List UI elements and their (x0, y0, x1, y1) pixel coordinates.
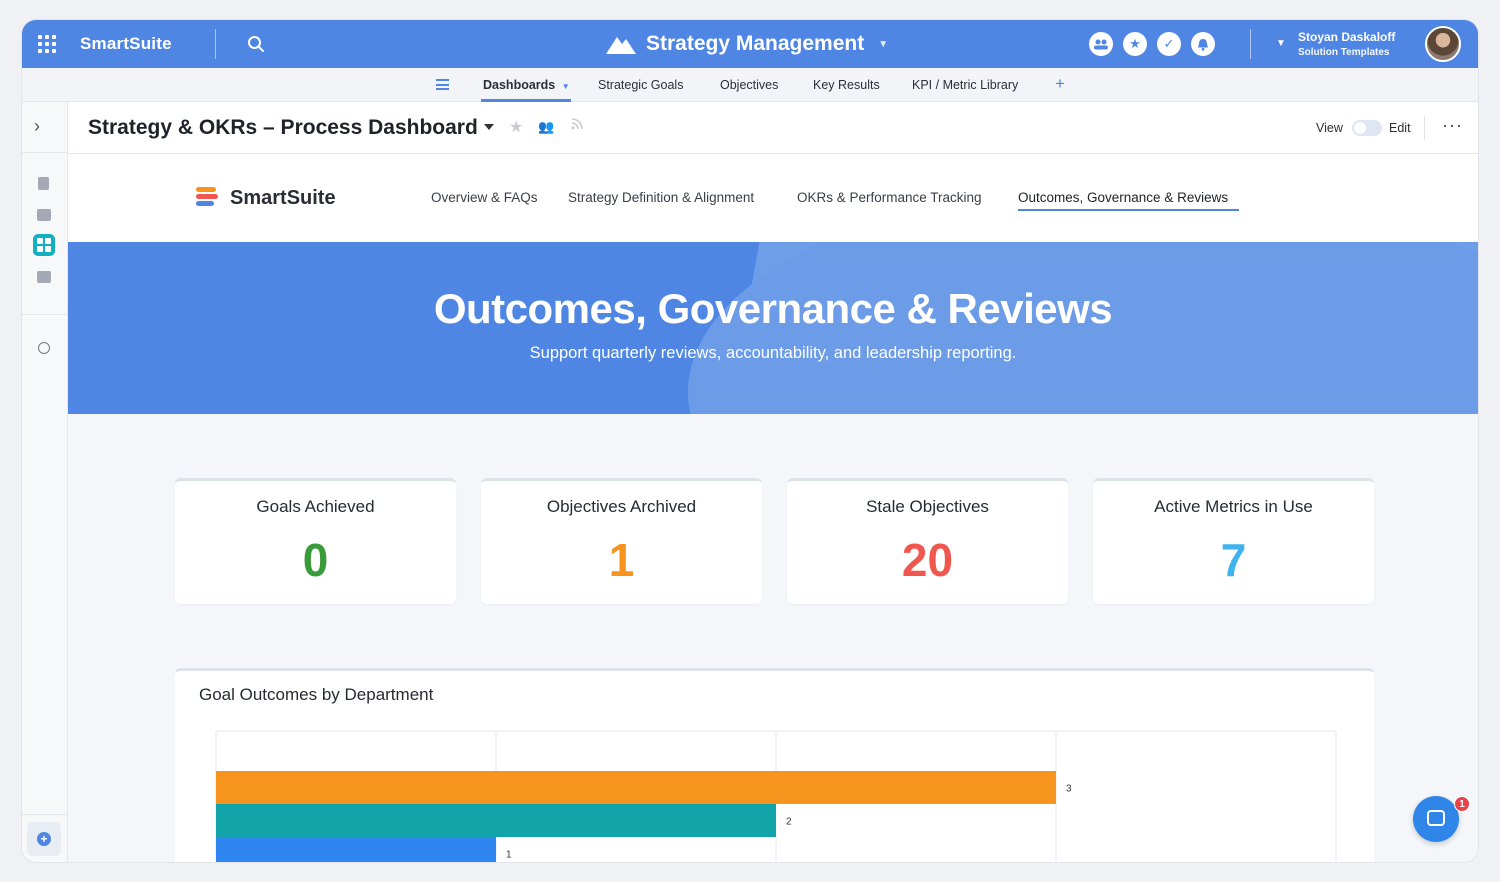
chevron-right-icon[interactable]: › (34, 116, 40, 137)
hero-subtitle: Support quarterly reviews, accountabilit… (529, 344, 1017, 362)
search-icon[interactable] (246, 34, 266, 54)
team-icon[interactable] (1089, 32, 1113, 56)
chevron-down-icon[interactable] (484, 124, 494, 130)
star-icon[interactable]: ★ (509, 117, 523, 137)
metric-value: 7 (1220, 534, 1247, 586)
dashboard-content: SmartSuite Overview & FAQs Strategy Defi… (68, 154, 1478, 862)
dashboard-icon[interactable] (33, 234, 55, 256)
divider (22, 814, 68, 815)
hero-banner: Outcomes, Governance & Reviews Support q… (68, 242, 1478, 414)
divider (215, 29, 216, 59)
metric-card-goals-achieved[interactable]: Goals Achieved 0 (175, 478, 456, 604)
bar (216, 771, 1056, 804)
nav-item-strategic-goals[interactable]: Strategic Goals (598, 78, 683, 92)
bar-value-label: 2 (786, 817, 792, 828)
rss-icon[interactable] (571, 118, 583, 133)
left-rail: › + (22, 102, 68, 862)
solution-title-text: Strategy Management (646, 32, 865, 55)
star-icon[interactable]: ★ (1123, 32, 1147, 56)
metric-value: 20 (901, 534, 954, 586)
divider (22, 152, 68, 153)
chart-title: Goal Outcomes by Department (199, 685, 434, 704)
subnav-okrs-performance[interactable]: OKRs & Performance Tracking (797, 190, 982, 205)
view-mode-label: View (1316, 121, 1343, 135)
metric-value: 0 (302, 534, 329, 586)
metric-card-stale-objectives[interactable]: Stale Objectives 20 (787, 478, 1068, 604)
chat-button[interactable] (1413, 796, 1459, 842)
dashboard-header: Strategy & OKRs – Process Dashboard ★ 👥 … (68, 102, 1478, 154)
solution-title[interactable]: Strategy Management ▼ (606, 31, 888, 57)
divider (1424, 116, 1425, 140)
bar (216, 804, 776, 837)
nav-item-key-results[interactable]: Key Results (813, 78, 880, 92)
subnav-strategy-definition[interactable]: Strategy Definition & Alignment (568, 190, 754, 205)
subnav-outcomes-governance[interactable]: Outcomes, Governance & Reviews (1018, 190, 1228, 205)
chevron-down-icon: ▼ (561, 82, 570, 91)
add-table-button[interactable]: + (1055, 74, 1065, 94)
nav-item-dashboards[interactable]: Dashboards ▼ (483, 78, 570, 92)
folder-icon[interactable] (37, 271, 51, 283)
chat-icon (1427, 810, 1445, 826)
menu-icon[interactable] (436, 79, 449, 90)
edit-mode-label: Edit (1389, 121, 1411, 135)
bar (216, 837, 496, 862)
nav-item-objectives[interactable]: Objectives (720, 78, 778, 92)
table-nav: Dashboards ▼ Strategic Goals Objectives … (22, 68, 1478, 102)
view-edit-toggle[interactable] (1352, 120, 1382, 136)
notification-badge: 1 (1454, 796, 1470, 812)
metric-value: 1 (608, 534, 635, 586)
divider (1250, 29, 1251, 59)
nav-item-label: Dashboards (483, 78, 556, 92)
logo-text: SmartSuite (230, 187, 336, 209)
more-options-icon[interactable]: ··· (1442, 115, 1463, 136)
brand-name[interactable]: SmartSuite (80, 34, 172, 54)
user-role: Solution Templates (1298, 47, 1390, 58)
active-subnav-indicator (1018, 209, 1239, 211)
metric-label: Stale Objectives (866, 497, 989, 516)
bar-value-label: 3 (1066, 784, 1072, 795)
chevron-down-icon[interactable]: ▼ (1276, 38, 1286, 49)
goal-outcomes-bar-chart: 3 2 1 (215, 730, 1337, 862)
metric-card-active-metrics[interactable]: Active Metrics in Use 7 (1093, 478, 1374, 604)
folder-icon[interactable] (37, 209, 51, 221)
hero-title: Outcomes, Governance & Reviews (433, 285, 1113, 332)
dashboard-subnav: SmartSuite Overview & FAQs Strategy Defi… (68, 154, 1478, 242)
team-icon[interactable]: 👥 (538, 119, 554, 135)
user-circle-icon[interactable] (38, 342, 50, 354)
nav-item-kpi-library[interactable]: KPI / Metric Library (912, 78, 1018, 92)
bell-icon[interactable] (1191, 32, 1215, 56)
metric-label: Objectives Archived (546, 497, 697, 516)
chevron-down-icon[interactable]: ▼ (878, 39, 888, 50)
bar-value-label: 1 (506, 850, 512, 861)
smartsuite-logo-icon (196, 187, 218, 209)
metric-label: Goals Achieved (256, 497, 375, 516)
top-actions: ★ ✓ (1089, 32, 1215, 56)
top-bar: SmartSuite Strategy Management ▼ ★ ✓ ▼ S… (22, 20, 1478, 68)
add-button[interactable]: + (27, 822, 61, 856)
metric-card-objectives-archived[interactable]: Objectives Archived 1 (481, 478, 762, 604)
metric-label: Active Metrics in Use (1154, 497, 1313, 516)
apps-grid-icon[interactable] (38, 35, 56, 53)
avatar[interactable] (1425, 26, 1461, 62)
app-window: SmartSuite Strategy Management ▼ ★ ✓ ▼ S… (22, 20, 1478, 862)
dashboard-title[interactable]: Strategy & OKRs – Process Dashboard (88, 116, 478, 140)
plus-icon: + (37, 832, 51, 846)
check-icon[interactable]: ✓ (1157, 32, 1181, 56)
mountain-icon (606, 37, 636, 54)
user-name[interactable]: Stoyan Daskaloff (1298, 30, 1395, 44)
document-icon[interactable] (38, 177, 49, 190)
divider (22, 314, 68, 315)
subnav-overview-faqs[interactable]: Overview & FAQs (431, 190, 538, 205)
chart-card-goal-outcomes: Goal Outcomes by Department 3 2 1 (175, 668, 1374, 862)
